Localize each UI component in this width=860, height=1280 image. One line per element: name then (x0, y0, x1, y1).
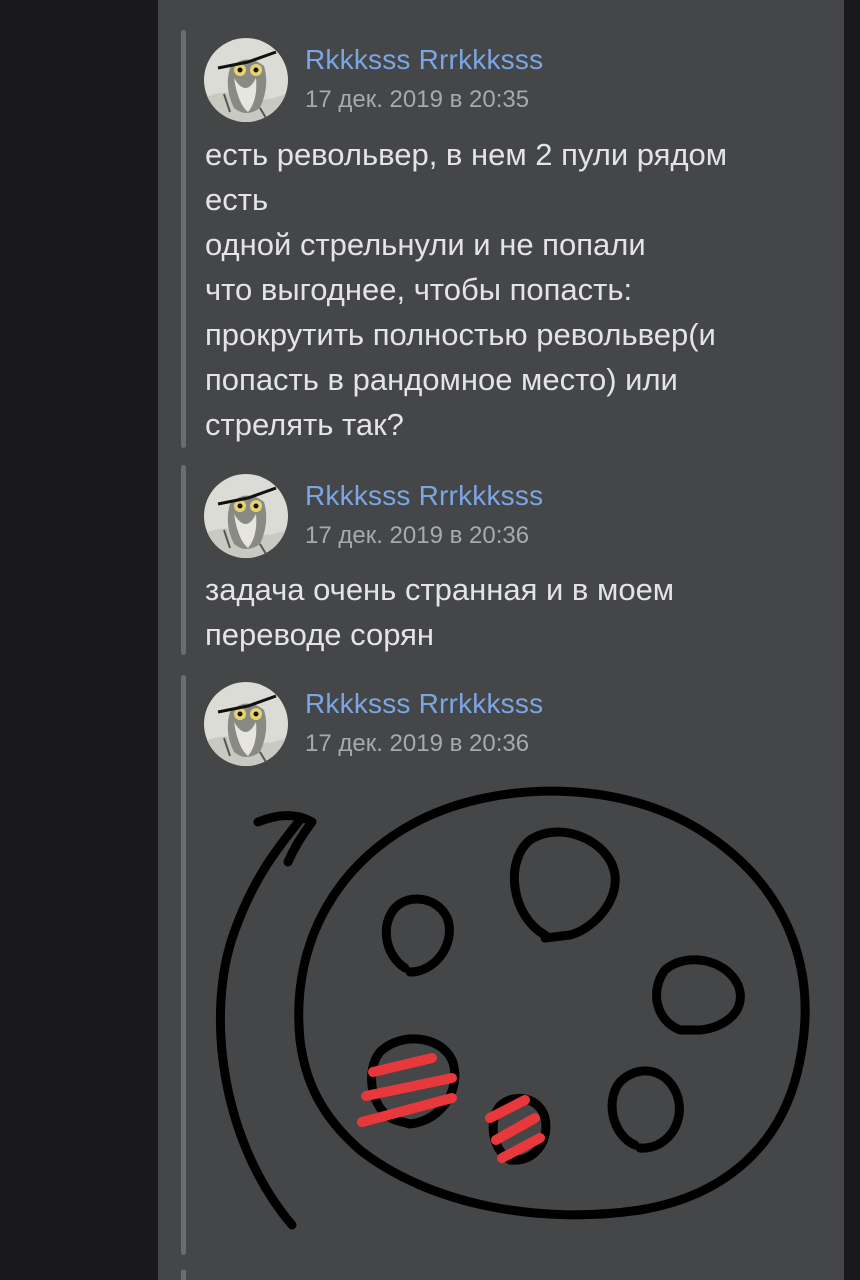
author-name-link[interactable]: Rkkksss Rrrkkksss (305, 688, 543, 720)
owl-avatar-icon (204, 474, 288, 558)
bullet-marker (361, 1073, 457, 1101)
bullet-marker (368, 1053, 437, 1077)
message-date[interactable]: 17 дек. 2019 в 20:36 (305, 522, 529, 550)
avatar[interactable] (204, 474, 288, 558)
message-date[interactable]: 17 дек. 2019 в 20:36 (305, 730, 529, 758)
chamber-top (509, 827, 620, 943)
revolver-cylinder-drawing[interactable] (200, 775, 830, 1250)
quote-bar (181, 30, 186, 448)
cylinder-outline (294, 786, 810, 1220)
message-date[interactable]: 17 дек. 2019 в 20:35 (305, 86, 529, 114)
quote-bar (181, 675, 186, 1255)
avatar[interactable] (204, 38, 288, 122)
author-name-link[interactable]: Rkkksss Rrrkkksss (305, 480, 543, 512)
owl-avatar-icon (204, 682, 288, 766)
chamber-bottom-right (607, 1066, 684, 1153)
quote-bar (181, 465, 186, 655)
hand-drawing-image (215, 786, 810, 1230)
message-text: задача очень странная и в моем переводе … (205, 572, 675, 652)
message-text: есть револьвер, в нем 2 пули рядом есть … (205, 137, 728, 442)
owl-avatar-icon (204, 38, 288, 122)
bullet-marker (491, 1113, 540, 1145)
quote-bar-continuation (181, 1270, 186, 1280)
left-gutter (0, 0, 158, 1280)
chamber-right (652, 955, 745, 1035)
avatar[interactable] (204, 682, 288, 766)
rotation-arrow-curve (215, 815, 305, 1230)
chamber-left (381, 894, 454, 977)
right-gutter (844, 0, 860, 1280)
author-name-link[interactable]: Rkkksss Rrrkkksss (305, 44, 543, 76)
